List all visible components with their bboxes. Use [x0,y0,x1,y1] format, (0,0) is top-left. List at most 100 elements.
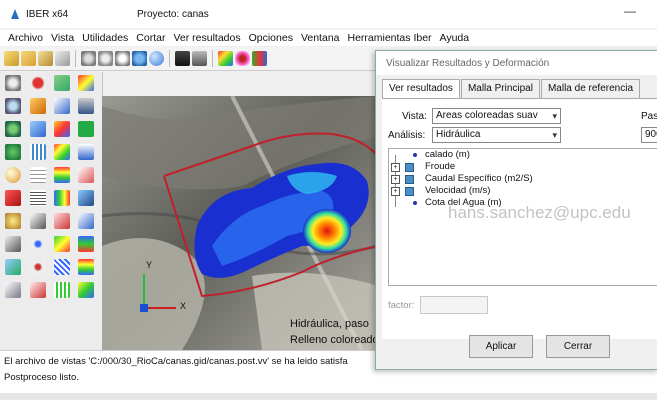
dialog-title-bar: Visualizar Resultados y Deformación [376,51,657,75]
rainbow-icon[interactable] [54,144,70,160]
menu-ayuda[interactable]: Ayuda [436,30,474,46]
vista-select-value: Areas coloreadas suav [436,110,538,121]
factor-input[interactable] [420,296,488,314]
recycle-icon[interactable] [5,144,21,160]
tree-item-label: calado (m) [425,149,470,160]
flow-chart-icon[interactable] [54,98,70,114]
dots-icon[interactable] [30,259,46,275]
tree-item-label: Froude [425,161,456,172]
magnifier-icon[interactable] [5,98,21,114]
folder-icon [405,175,414,184]
point-tool-icon[interactable] [30,75,46,91]
expand-icon[interactable]: + [391,175,400,184]
paso-select-value: 900 [645,129,657,140]
axis-x-label: X [180,301,187,311]
graphics-viewport[interactable]: Y X Hidráulica, paso Relleno coloreado [102,96,378,350]
vector-icon[interactable] [78,144,94,160]
xyz-icon[interactable] [54,213,70,229]
scatter-icon[interactable] [30,236,46,252]
paso-label: Pas [641,111,657,122]
folder-icon[interactable] [38,51,53,66]
expand-icon[interactable]: + [391,163,400,172]
menu-utilidades[interactable]: Utilidades [78,30,132,46]
menu-archivo[interactable]: Archivo [0,30,47,46]
gradient-icon[interactable] [54,167,70,183]
expand-icon[interactable]: + [391,187,400,196]
dialog-tabs: Ver resultados Malla Principal Malla de … [382,79,641,100]
menu-opciones[interactable]: Opciones [245,30,297,46]
zoom-icon[interactable] [115,51,130,66]
menu-ventana[interactable]: Ventana [297,30,344,46]
vista-select[interactable]: Areas coloreadas suav ▾ [432,108,561,124]
mesh-lines-icon[interactable] [54,282,70,298]
sphere-tool-icon[interactable] [5,167,21,183]
paso-select[interactable]: 900 [641,127,657,143]
tab-ver-resultados[interactable]: Ver resultados [382,79,460,100]
log-message: Postproceso listo. [4,372,79,383]
books-icon[interactable] [252,51,267,66]
frame-icon[interactable] [5,236,21,252]
analisis-select-value: Hidráulica [436,129,481,140]
menu-ver-resultados[interactable]: Ver resultados [169,30,244,46]
sphere-icon[interactable] [149,51,164,66]
palette-icon[interactable] [54,121,70,137]
eye-icon[interactable] [235,51,250,66]
spin-icon[interactable] [5,121,21,137]
zoom-tool-icon[interactable] [5,75,21,91]
axis-icon[interactable] [30,213,46,229]
color-fill-icon[interactable] [218,51,233,66]
list-icon[interactable] [30,190,46,206]
printer-icon[interactable] [192,51,207,66]
pan-icon[interactable] [132,51,147,66]
arrow-tool-icon[interactable] [5,190,21,206]
grid-icon[interactable] [30,144,46,160]
triangle-icon[interactable] [5,282,21,298]
toolbar-divider [212,50,213,67]
isoline-icon[interactable] [54,236,70,252]
toolbar-divider [75,50,76,67]
apply-button[interactable]: Aplicar [469,335,533,358]
camera-icon[interactable] [175,51,190,66]
menu-herramientas-iber[interactable]: Herramientas Iber [344,30,436,46]
stack-icon[interactable] [78,98,94,114]
command-line[interactable] [0,393,657,400]
tab-malla-referencia[interactable]: Malla de referencia [540,79,641,100]
factor-label: factor: [388,300,415,311]
tab-malla-principal[interactable]: Malla Principal [460,79,540,100]
menu-cortar[interactable]: Cortar [132,30,169,46]
lamp-icon[interactable] [5,213,21,229]
colormap-tool-icon[interactable] [78,75,94,91]
curve-icon[interactable] [78,167,94,183]
menu-vista[interactable]: Vista [47,30,78,46]
image-icon[interactable] [5,259,21,275]
strip-icon[interactable] [54,190,70,206]
tree-item-label: Caudal Específico (m2/S) [425,173,533,184]
watermark: hans.sanchez@upc.edu [448,203,631,222]
box-icon[interactable] [30,121,46,137]
rotate-icon[interactable] [81,51,96,66]
minimize-button[interactable]: — [624,4,636,18]
close-button[interactable]: Cerrar [546,335,610,358]
folder-alt-icon[interactable] [55,51,70,66]
rotate-alt-icon[interactable] [98,51,113,66]
log-message: El archivo de vistas 'C:/000/30_RioCa/ca… [4,356,348,367]
xnum-icon[interactable] [30,282,46,298]
layer-icon[interactable] [4,51,19,66]
hatch-icon[interactable] [54,259,70,275]
section-icon[interactable] [78,190,94,206]
surface-icon[interactable] [78,282,94,298]
mesh-tool-icon[interactable] [54,75,70,91]
menu-bar: Archivo Vista Utilidades Cortar Ver resu… [0,30,657,46]
max-icon[interactable] [78,121,94,137]
pencil-icon[interactable] [30,98,46,114]
contour-icon[interactable] [78,213,94,229]
color-scale-icon[interactable] [78,259,94,275]
open-folder-icon[interactable] [21,51,36,66]
analisis-select[interactable]: Hidráulica ▾ [432,127,561,143]
left-toolbox [0,72,103,350]
table-icon[interactable] [30,167,46,183]
bands-icon[interactable] [78,236,94,252]
result-map [102,96,378,350]
max-depth-hotspot [303,209,351,253]
main-toolbar [0,47,378,71]
